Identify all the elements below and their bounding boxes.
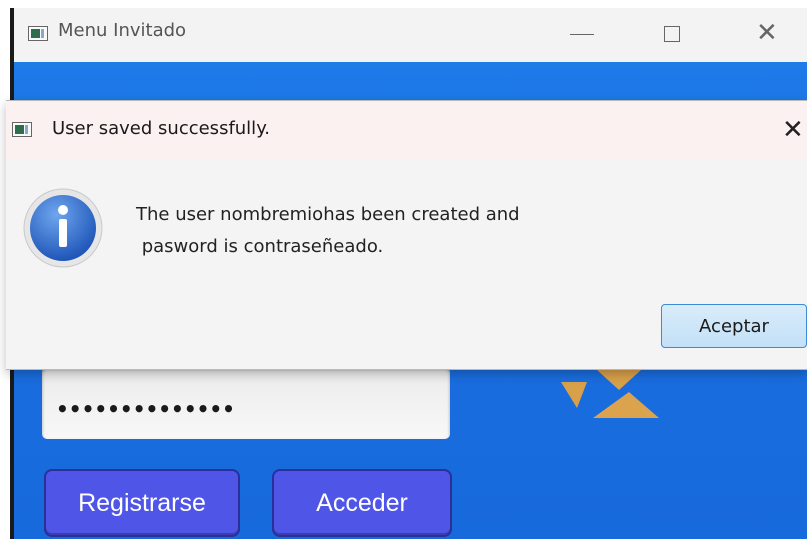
screen: Menu Invitado ✕ •••••••••••••• Registrar… [0,0,807,539]
dialog-title: User saved successfully. [52,118,270,139]
header-strip [14,62,807,68]
main-titlebar[interactable]: Menu Invitado ✕ [14,8,807,62]
info-icon [23,188,103,268]
dialog-titlebar[interactable]: User saved successfully. ✕ [6,101,807,159]
close-icon: ✕ [756,18,778,48]
register-button[interactable]: Registrarse [46,471,238,535]
maximize-icon [664,26,680,42]
minimize-icon [570,34,594,35]
dialog-message: The user nombremiohas been created and p… [136,199,520,263]
password-field[interactable]: •••••••••••••• [42,367,450,439]
message-line-2: pasword is contraseñeado. [136,236,384,257]
accept-button[interactable]: Aceptar [661,304,807,348]
maximize-button[interactable] [646,12,702,58]
message-line-1: The user nombremiohas been created and [136,204,520,225]
dialog-close-icon[interactable]: ✕ [782,113,807,147]
close-window-button[interactable]: ✕ [742,12,798,58]
dialog-body: The user nombremiohas been created and p… [6,159,807,369]
logo-icon [561,362,659,418]
dialog-app-icon [12,122,32,137]
login-button[interactable]: Acceder [274,471,450,535]
alert-dialog: User saved successfully. ✕ The user nomb… [6,100,807,370]
minimize-button[interactable] [554,12,610,58]
password-mask: •••••••••••••• [56,397,235,421]
window-title: Menu Invitado [58,20,187,41]
app-icon [28,26,48,41]
